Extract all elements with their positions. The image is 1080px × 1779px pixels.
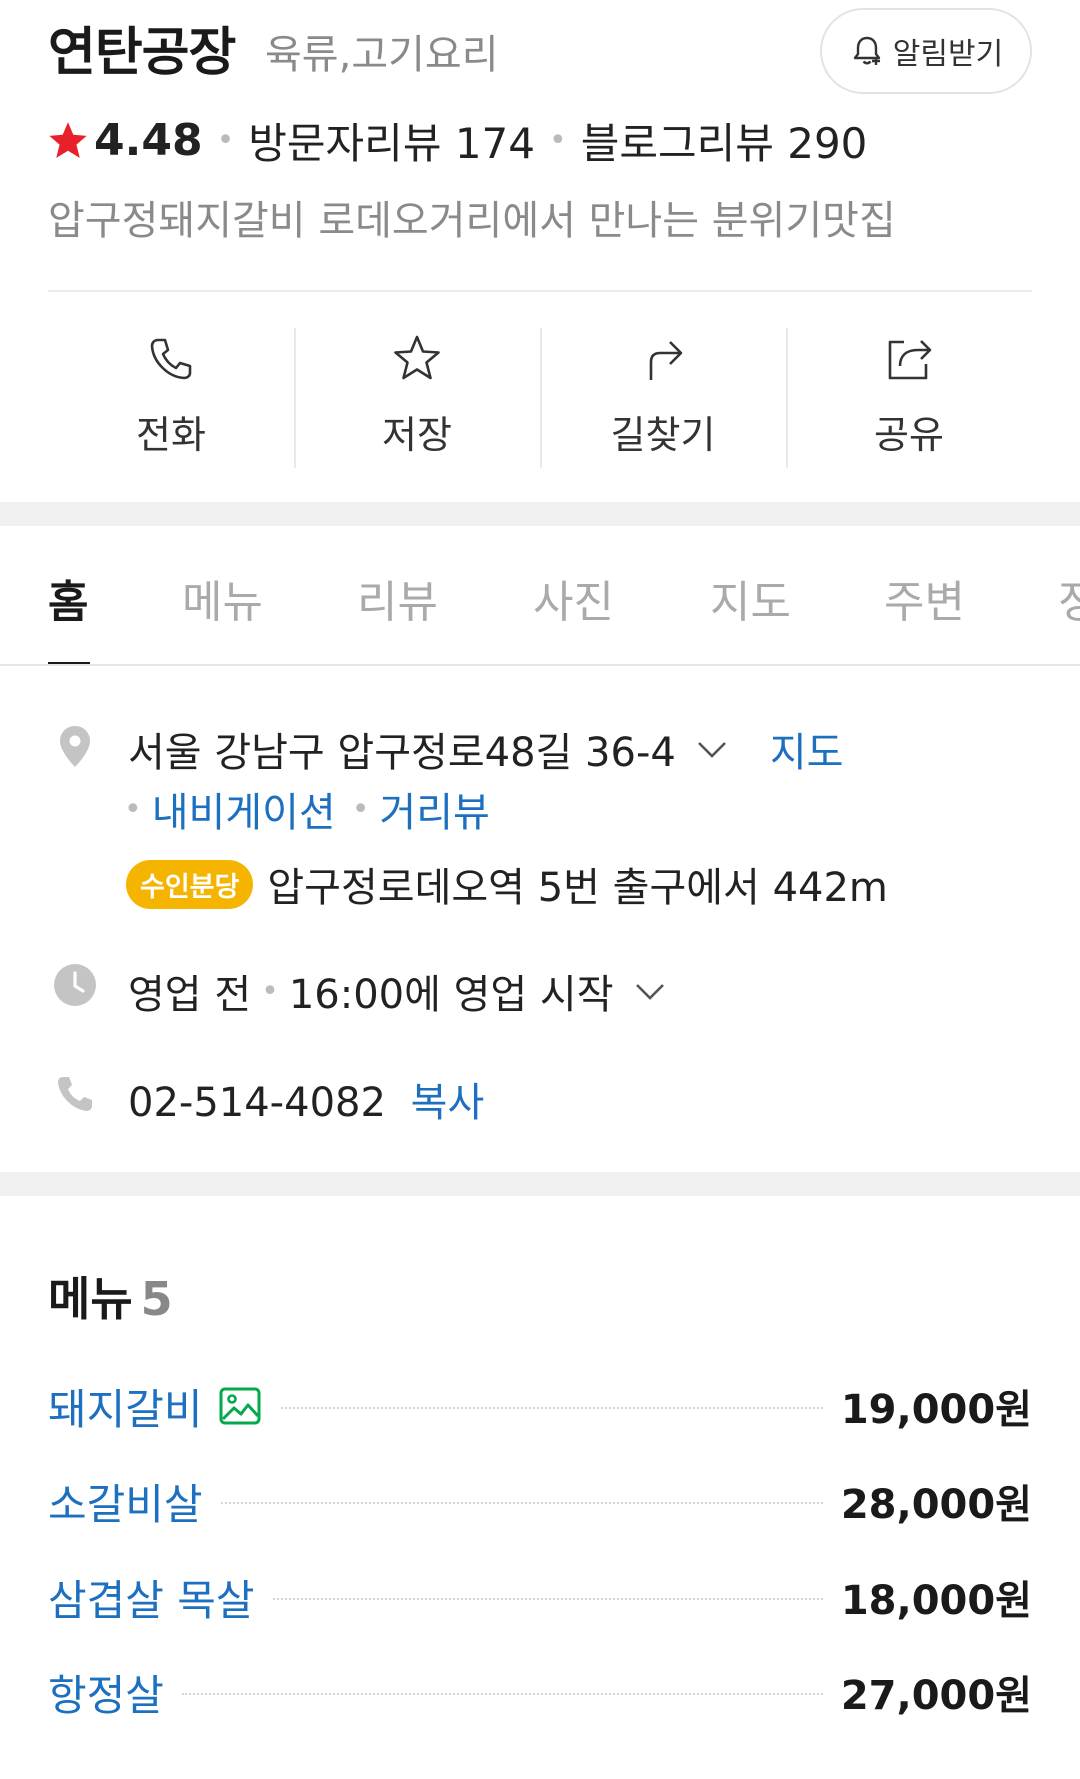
menu-title-text: 메뉴	[48, 1272, 133, 1326]
menu-item-name[interactable]: 소갈비살	[48, 1471, 203, 1532]
section-separator	[0, 1172, 1080, 1196]
section-separator	[0, 502, 1080, 526]
divider	[48, 290, 1032, 292]
menu-section-title: 메뉴 5	[48, 1263, 173, 1329]
blog-review-link[interactable]: 블로그리뷰 290	[581, 110, 868, 171]
active-tab-indicator	[48, 662, 90, 664]
alarm-label: 알림받기	[892, 37, 1004, 72]
copy-phone-link[interactable]: 복사	[411, 1080, 485, 1126]
place-category: 육류,고기요리	[265, 32, 499, 78]
menu-item-price: 27,000원	[840, 1673, 1032, 1719]
hours-status: 영업 전	[128, 972, 252, 1018]
map-link[interactable]: 지도	[770, 720, 844, 778]
navigation-link[interactable]: 내비게이션	[152, 780, 336, 838]
phone-icon	[150, 338, 192, 380]
menu-item-price: 28,000원	[840, 1482, 1032, 1528]
phone-row: 02-514-4082 복사	[128, 1070, 484, 1128]
tab-photo[interactable]: 사진	[533, 566, 614, 630]
star-icon	[49, 121, 87, 158]
menu-item-name[interactable]: 삼겹살 목살	[48, 1567, 255, 1628]
subway-directions: 압구정로데오역 5번 출구에서 442m	[267, 865, 888, 911]
hours-text: 16:00에 영업 시작	[288, 972, 614, 1018]
tab-review[interactable]: 리뷰	[357, 566, 438, 630]
phone-icon	[58, 1077, 92, 1111]
subway-row: 수인분당 압구정로데오역 5번 출구에서 442m	[126, 855, 888, 913]
rating-value: 4.48	[94, 115, 203, 166]
location-pin-icon	[60, 726, 90, 767]
address-links-row: • 내비게이션 • 거리뷰	[124, 780, 490, 838]
bell-plus-icon	[853, 36, 880, 65]
clock-icon	[54, 964, 96, 1006]
menu-item-name[interactable]: 항정살	[48, 1662, 164, 1723]
menu-item[interactable]: 소갈비살 28,000원	[48, 1471, 1032, 1531]
menu-count: 5	[140, 1272, 173, 1326]
place-description: 압구정돼지갈비 로데오거리에서 만나는 분위기맛집	[48, 198, 896, 244]
photo-icon	[219, 1387, 261, 1425]
tab-map[interactable]: 지도	[710, 566, 791, 630]
tab-home[interactable]: 홈	[48, 566, 88, 630]
save-label: 저장	[382, 413, 452, 457]
action-bar: 전화 저장 길찾기 공유	[48, 328, 1032, 468]
share-button[interactable]: 공유	[786, 328, 1032, 468]
menu-item-price: 18,000원	[840, 1578, 1032, 1624]
visitor-review-link[interactable]: 방문자리뷰 174	[248, 110, 535, 171]
phone-number[interactable]: 02-514-4082	[128, 1080, 386, 1126]
address-text: 서울 강남구 압구정로48길 36-4	[128, 730, 676, 776]
menu-item[interactable]: 항정살 27,000원	[48, 1662, 1032, 1722]
menu-item-price: 19,000원	[840, 1387, 1032, 1433]
directions-button[interactable]: 길찾기	[540, 328, 786, 468]
save-button[interactable]: 저장	[294, 328, 540, 468]
menu-item-name[interactable]: 돼지갈비	[48, 1376, 203, 1437]
tab-bar: 홈 메뉴 리뷰 사진 지도 주변 정	[0, 526, 1080, 666]
place-header: 연탄공장 육류,고기요리 알림받기 4.48 • 방문자리뷰 174 • 블로그…	[0, 0, 1080, 280]
street-view-link[interactable]: 거리뷰	[379, 780, 489, 838]
alarm-button[interactable]: 알림받기	[820, 8, 1032, 94]
chevron-down-icon[interactable]	[632, 973, 668, 1009]
business-hours-row[interactable]: 영업 전 • 16:00에 영업 시작	[128, 962, 668, 1020]
address-row: 서울 강남구 압구정로48길 36-4 지도	[128, 720, 843, 778]
directions-label: 길찾기	[610, 413, 716, 457]
menu-item[interactable]: 삼겹살 목살 18,000원	[48, 1567, 1032, 1627]
star-outline-icon	[394, 335, 440, 380]
tab-more[interactable]: 정	[1058, 566, 1080, 630]
tab-menu[interactable]: 메뉴	[182, 566, 263, 630]
call-button[interactable]: 전화	[48, 328, 294, 468]
place-title: 연탄공장	[48, 23, 236, 83]
directions-icon	[649, 341, 683, 380]
rating-row: 4.48 • 방문자리뷰 174 • 블로그리뷰 290	[46, 110, 867, 171]
subway-line-badge: 수인분당	[126, 859, 254, 909]
call-label: 전화	[136, 413, 206, 457]
share-icon	[888, 340, 932, 380]
share-label: 공유	[874, 413, 944, 457]
chevron-down-icon[interactable]	[694, 731, 730, 767]
tab-nearby[interactable]: 주변	[884, 566, 965, 630]
menu-item[interactable]: 돼지갈비 19,000원	[48, 1376, 1032, 1436]
